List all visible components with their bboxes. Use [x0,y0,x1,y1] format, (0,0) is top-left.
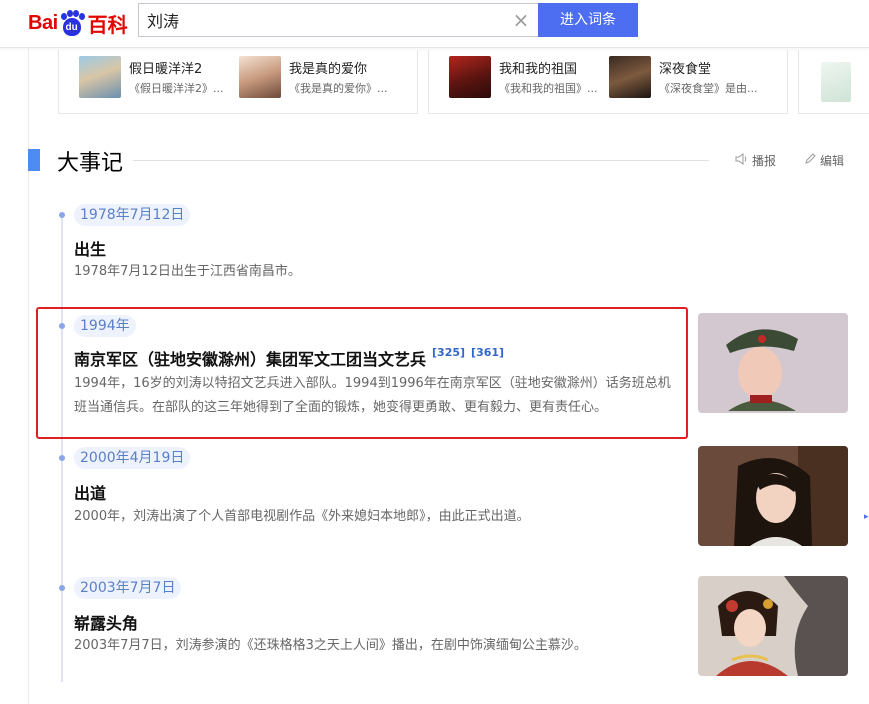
report-label: 播报 [752,154,777,168]
timeline-dot [59,323,65,329]
event-date: 2003年7月7日 [74,577,182,599]
edit-label: 编辑 [820,154,845,168]
section-divider [133,160,709,161]
baidu-baike-logo[interactable]: Bai du 百科 [28,8,128,38]
clear-icon[interactable]: × [512,10,530,30]
search-box: × [138,3,538,37]
speaker-icon [735,153,748,168]
reference-link[interactable]: [325] [432,346,465,359]
event-heading: 崭露头角 [74,610,138,634]
event-heading-text: 南京军区（驻地安徽滁州）集团军文工团当文艺兵 [74,350,427,369]
event-heading: 出生 [74,236,106,260]
event-date: 1994年 [74,315,136,337]
poster-thumbnail [79,56,121,98]
edit-button[interactable]: 编辑 [804,152,844,169]
event-body: 1994年，16岁的刘涛以特招文艺兵进入部队。1994到1996年在南京军区（驻… [74,376,671,415]
related-item-title: 我是真的爱你 [289,62,368,77]
event-heading: 南京军区（驻地安徽滁州）集团军文工团当文艺兵 [325] [361] [74,346,504,370]
scroll-arrow-icon[interactable]: ▸ [864,512,869,522]
reference-link[interactable]: [361] [471,346,504,359]
related-item-title: 我和我的祖国 [499,62,578,77]
section-title: 大事记 [57,151,124,176]
related-item-desc: 《假日暖洋洋2》... [129,82,224,95]
event-heading-text: 出道 [74,484,107,503]
paw-icon: du [59,10,85,36]
related-item[interactable]: 深夜食堂 《深夜食堂》是由... [609,56,769,100]
timeline-dot [59,212,65,218]
related-item-desc: 《深夜食堂》是由... [659,82,758,95]
timeline-dot [59,455,65,461]
left-gutter-line [28,48,29,704]
page: Bai du 百科 × 进入词条 假日暖洋洋2 《假日暖洋洋2》... [0,0,869,704]
related-item[interactable]: 我是真的爱你 《我是真的爱你》... [239,56,399,100]
event-date: 1978年7月12日 [74,204,191,226]
related-item-title: 假日暖洋洋2 [129,62,203,77]
related-card-partial [798,50,869,114]
search-input[interactable] [139,4,499,36]
logo-baike-text: 百科 [87,12,128,37]
enter-entry-button[interactable]: 进入词条 [538,3,638,37]
related-item[interactable]: 我和我的祖国 《我和我的祖国》... [449,56,609,100]
event-body: 2003年7月7日，刘涛参演的《还珠格格3之天上人间》播出，在剧中饰演缅甸公主慕… [74,638,587,653]
event-photo[interactable] [698,313,848,413]
timeline-dot [59,585,65,591]
pencil-icon [804,153,816,168]
logo-bai-text: Bai [28,11,58,34]
report-button[interactable]: 播报 [735,152,776,169]
poster-thumbnail [609,56,651,98]
event-date: 2000年4月19日 [74,447,191,469]
related-item-desc: 《我和我的祖国》... [499,82,598,95]
related-card: 我和我的祖国 《我和我的祖国》... 深夜食堂 《深夜食堂》是由... [428,50,788,114]
section-accent-bar [28,149,40,171]
event-heading-text: 出生 [74,240,107,259]
event-photo[interactable] [698,446,848,546]
related-item-desc: 《我是真的爱你》... [289,82,388,95]
event-heading-text: 崭露头角 [74,614,139,633]
timeline-line [61,212,63,682]
poster-thumbnail [239,56,281,98]
event-body: 2000年，刘涛出演了个人首部电视剧作品《外来媳妇本地郎》，由此正式出道。 [74,509,530,524]
top-header: Bai du 百科 × 进入词条 [0,0,869,48]
poster-thumbnail[interactable] [821,62,851,102]
event-photo[interactable] [698,576,848,676]
related-card: 假日暖洋洋2 《假日暖洋洋2》... 我是真的爱你 《我是真的爱你》... [58,50,418,114]
related-item[interactable]: 假日暖洋洋2 《假日暖洋洋2》... [79,56,239,100]
related-item-title: 深夜食堂 [659,62,712,77]
poster-thumbnail [449,56,491,98]
event-body: 1978年7月12日出生于江西省南昌市。 [74,264,301,279]
logo-du-text: du [62,18,81,36]
event-heading: 出道 [74,480,106,504]
